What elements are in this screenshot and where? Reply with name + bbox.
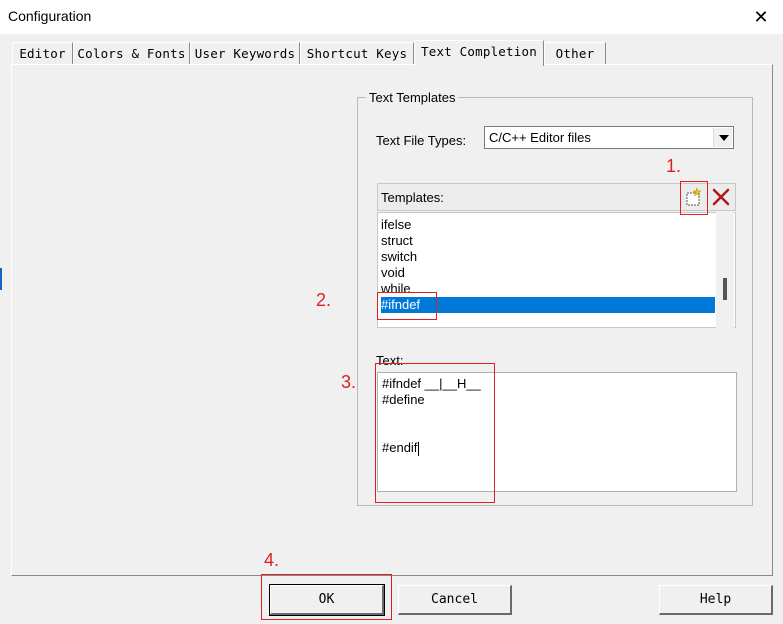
templates-scrollbar[interactable]	[716, 212, 734, 328]
scrollbar-thumb[interactable]	[723, 278, 727, 300]
file-types-select[interactable]: C/C++ Editor files	[484, 126, 734, 149]
list-item[interactable]: struct	[381, 233, 715, 249]
list-item[interactable]: ifelse	[381, 217, 715, 233]
help-button[interactable]: Help	[659, 585, 773, 615]
annotation-label-1: 1.	[666, 156, 682, 176]
close-icon[interactable]: ✕	[748, 4, 774, 30]
annotation-box-4	[261, 574, 392, 620]
annotation-box-3	[375, 363, 495, 503]
tab-editor[interactable]: Editor	[12, 42, 73, 64]
chevron-down-icon[interactable]	[713, 128, 732, 147]
group-label: Text Templates	[366, 90, 459, 105]
annotation-box-1	[680, 181, 708, 215]
annotation-label-4: 4.	[264, 550, 280, 570]
delete-template-icon[interactable]	[710, 186, 732, 208]
list-item[interactable]: switch	[381, 249, 715, 265]
templates-label: Templates:	[381, 190, 444, 205]
annotation-box-2	[377, 292, 437, 320]
list-item[interactable]: void	[381, 265, 715, 281]
file-types-label: Text File Types:	[376, 133, 467, 148]
annotation-label-3: 3.	[341, 372, 357, 392]
title-bar: Configuration ✕	[0, 0, 783, 34]
tab-text-completion[interactable]: Text Completion	[414, 40, 544, 66]
cancel-button[interactable]: Cancel	[398, 585, 512, 615]
file-types-value: C/C++ Editor files	[489, 130, 591, 145]
tab-shortcut-keys[interactable]: Shortcut Keys	[300, 42, 414, 64]
tab-colors-fonts[interactable]: Colors & Fonts	[73, 42, 190, 64]
window-edge	[0, 268, 2, 290]
window-title: Configuration	[8, 8, 92, 24]
annotation-label-2: 2.	[316, 290, 332, 310]
tab-user-keywords[interactable]: User Keywords	[190, 42, 300, 64]
tab-other[interactable]: Other	[544, 42, 606, 64]
